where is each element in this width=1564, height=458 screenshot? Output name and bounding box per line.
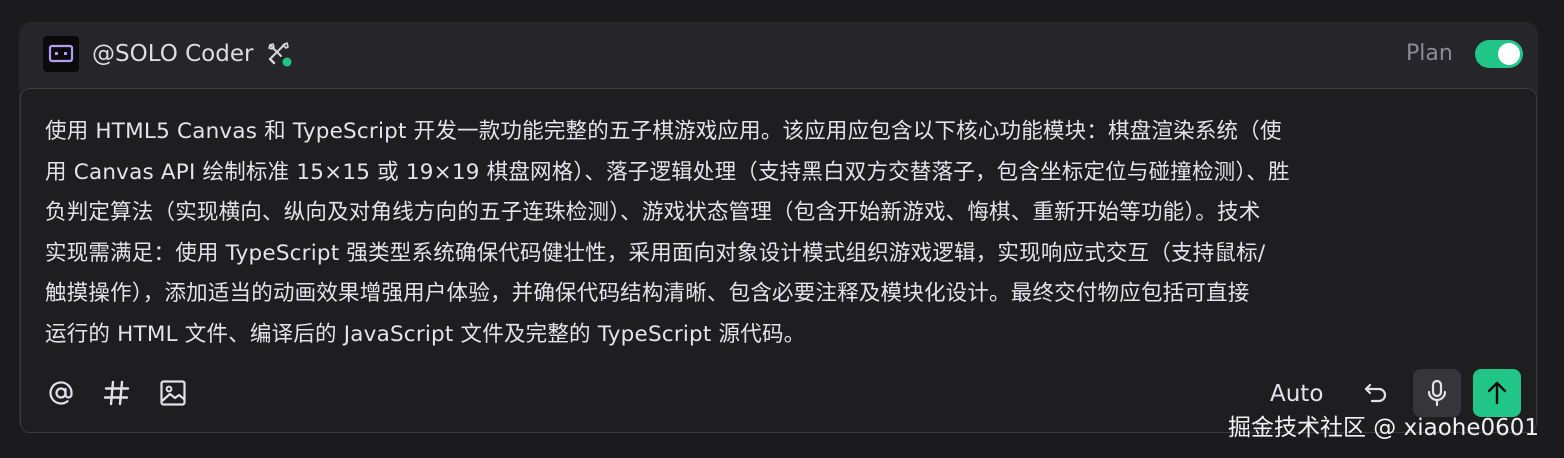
plan-label: Plan [1406,41,1453,66]
microphone-icon [1427,379,1447,407]
wrench-screwdriver-icon [266,41,294,69]
prompt-line: 使用 HTML5 Canvas 和 TypeScript 开发一款功能完整的五子… [45,119,1282,144]
robot-face-icon [43,36,79,72]
prompt-line: 触摸操作），添加适当的动画效果增强用户体验，并确保代码结构清晰、包含必要注释及模… [45,281,1250,306]
composer-header: @SOLO Coder Plan [19,22,1538,86]
chat-composer-panel: @SOLO Coder Plan 使用 HTML5 Canvas 和 TypeS… [19,22,1538,433]
arrow-up-icon [1487,381,1507,405]
mode-selector[interactable]: Auto [1270,379,1323,409]
prompt-text: 使用 HTML5 Canvas 和 TypeScript 开发一款功能完整的五子… [45,112,1515,355]
undo-icon[interactable] [1359,375,1393,409]
toggle-knob [1498,43,1520,65]
prompt-input[interactable]: 使用 HTML5 Canvas 和 TypeScript 开发一款功能完整的五子… [20,88,1537,433]
prompt-line: 用 Canvas API 绘制标准 15×15 或 19×19 棋盘网格）、落子… [45,159,1290,185]
microphone-button[interactable] [1413,369,1461,417]
agent-name: @SOLO Coder [92,41,254,67]
watermark: 掘金技术社区 @ xiaohe0601 [1228,415,1540,441]
plan-toggle[interactable] [1475,40,1523,68]
prompt-line: 负判定算法（实现横向、纵向及对角线方向的五子连珠检测）、游戏状态管理（包含开始新… [45,200,1261,225]
image-icon[interactable] [157,377,189,409]
send-button[interactable] [1473,369,1521,417]
at-sign-icon[interactable] [45,377,77,409]
prompt-line: 运行的 HTML 文件、编译后的 JavaScript 文件及完整的 TypeS… [45,321,806,347]
prompt-line: 实现需满足：使用 TypeScript 强类型系统确保代码健壮性，采用面向对象设… [45,240,1266,266]
hash-icon[interactable] [101,377,133,409]
